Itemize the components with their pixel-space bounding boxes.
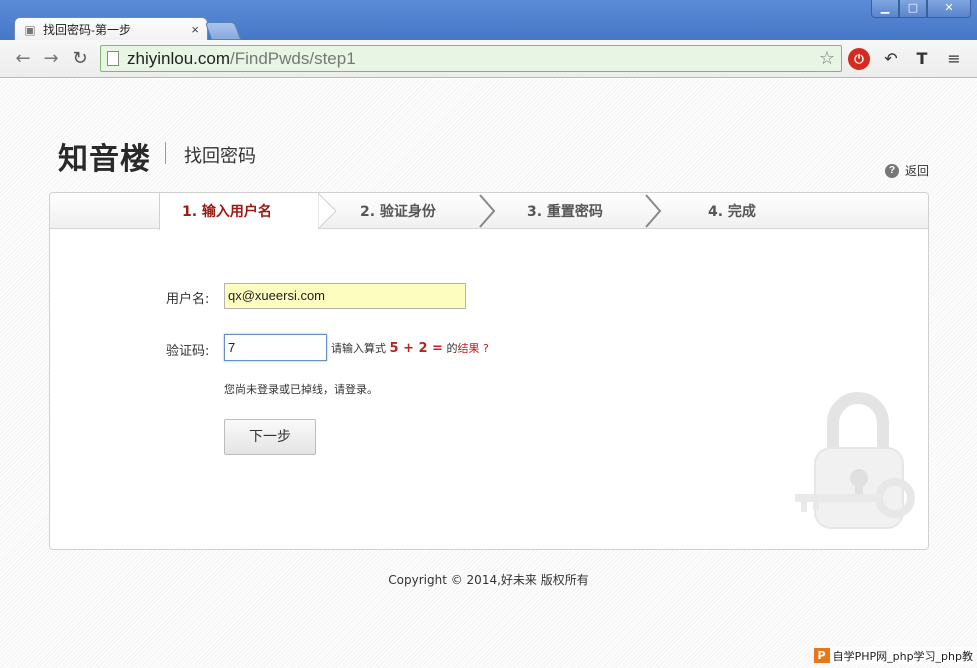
browser-tab[interactable]: ▣ 找回密码-第一步 × [14, 17, 208, 41]
find-password-panel: 1. 输入用户名 2. 验证身份 3. 重置密码 4. 完成 用户名: qx@x… [49, 192, 929, 550]
logo-divider [165, 142, 166, 164]
step-arrow-icon [479, 194, 496, 228]
url-host: zhiyinlou.com [127, 48, 230, 68]
back-arrow-icon[interactable]: ← [12, 49, 34, 69]
login-message: 您尚未登录或已掉线，请登录。 [224, 383, 378, 396]
window-controls: ▁ □ ✕ [871, 0, 971, 18]
captcha-field[interactable]: 7 [224, 334, 327, 361]
watermark-logo-icon: P [813, 648, 830, 663]
next-step-button[interactable]: 下一步 [224, 419, 316, 455]
address-bar[interactable]: zhiyinlou.com/FindPwds/step1 ☆ [100, 45, 842, 72]
maximize-button[interactable]: □ [899, 0, 927, 18]
captcha-label: 验证码: [166, 344, 210, 359]
new-tab-button[interactable] [204, 22, 242, 40]
tab-title: 找回密码-第一步 [43, 23, 131, 37]
close-window-button[interactable]: ✕ [927, 0, 971, 18]
captcha-expression: 5 + 2 = [389, 341, 443, 356]
site-logo: 知音楼 [58, 142, 151, 177]
url-path: /FindPwds/step1 [230, 48, 356, 68]
text-tool-icon[interactable]: T [911, 48, 933, 70]
step-arrow-icon [318, 193, 336, 229]
browser-titlebar: ▣ 找回密码-第一步 × ▁ □ ✕ [0, 0, 977, 41]
username-field[interactable]: qx@xueersi.com [224, 283, 466, 309]
step-indicator: 1. 输入用户名 2. 验证身份 3. 重置密码 4. 完成 [50, 193, 928, 230]
forward-arrow-icon[interactable]: → [40, 49, 62, 69]
adblock-icon[interactable]: ⏻ [848, 48, 870, 70]
help-icon: ? [885, 163, 899, 178]
footer-copyright: Copyright © 2014,好未来 版权所有 [388, 573, 589, 587]
username-label: 用户名: [166, 292, 210, 307]
watermark: P 自学PHP网_php学习_php教 [813, 647, 975, 664]
page-favicon-icon: ▣ [24, 22, 36, 37]
bookmark-star-icon[interactable]: ☆ [819, 48, 835, 69]
step-4: 4. 完成 [708, 204, 756, 220]
step-1: 1. 输入用户名 [159, 193, 319, 230]
captcha-hint-suffix: 结果 ? [457, 342, 489, 355]
back-link[interactable]: ? 返回 [885, 162, 929, 179]
page-icon [107, 51, 119, 66]
minimize-button[interactable]: ▁ [871, 0, 899, 18]
captcha-hint: 请输入算式 5 + 2 = 的结果 ? [331, 340, 489, 356]
page-title: 找回密码 [184, 146, 256, 167]
captcha-hint-mid: 的 [446, 342, 458, 355]
page-content: 知音楼 找回密码 ? 返回 1. 输入用户名 2. 验证身份 3. 重置密码 4… [0, 79, 977, 668]
captcha-hint-prefix: 请输入算式 [331, 342, 386, 355]
menu-icon[interactable]: ≡ [943, 48, 965, 70]
browser-toolbar: ← → ↻ zhiyinlou.com/FindPwds/step1 ☆ ⏻ ↶… [0, 40, 977, 78]
watermark-text: 自学PHP网_php学习_php教 [832, 649, 973, 663]
lock-key-illustration [795, 392, 915, 529]
tab-close-icon[interactable]: × [191, 22, 199, 37]
reload-icon[interactable]: ↻ [69, 49, 91, 69]
undo-icon[interactable]: ↶ [880, 48, 902, 70]
back-link-label: 返回 [905, 164, 930, 178]
step-arrow-icon [645, 194, 662, 228]
